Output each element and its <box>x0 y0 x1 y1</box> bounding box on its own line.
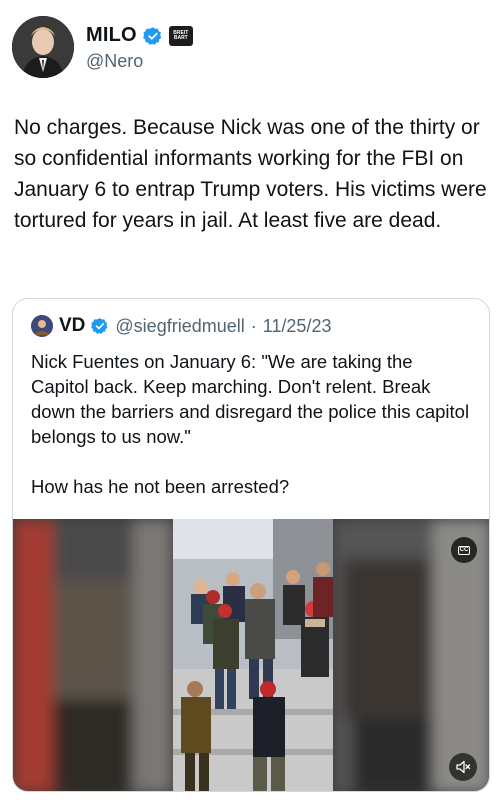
video-frame <box>13 519 489 791</box>
mute-button[interactable] <box>449 753 477 781</box>
quoted-tweet-paragraph: How has he not been arrested? <box>31 476 290 497</box>
author-handle[interactable]: @Nero <box>86 51 193 72</box>
quoted-author-handle: @siegfriedmuell <box>115 315 245 336</box>
quoted-tweet-text: Nick Fuentes on January 6: "We are takin… <box>31 349 471 499</box>
quoted-author-display-name: VD <box>59 315 86 336</box>
breitbart-badge-icon[interactable]: BREIT BART <box>168 25 193 46</box>
quoted-tweet-paragraph: Nick Fuentes on January 6: "We are takin… <box>31 351 470 447</box>
quoted-tweet[interactable]: VD @siegfriedmuell · 11/25/23 Nick Fuent… <box>12 298 490 792</box>
author-display-name[interactable]: MILO <box>86 24 137 47</box>
meta-separator: · <box>250 315 257 336</box>
verified-badge-icon <box>91 318 108 334</box>
verified-badge-icon <box>142 26 162 45</box>
tweet-header: MILO BREIT BART @Nero <box>12 14 193 80</box>
tweet-text: No charges. Because Nick was one of the … <box>14 116 487 232</box>
quoted-tweet-header: VD @siegfriedmuell · 11/25/23 <box>31 315 331 337</box>
quoted-tweet-date: 11/25/23 <box>262 315 332 336</box>
mute-icon <box>456 760 471 774</box>
quoted-tweet-video[interactable]: CC <box>13 519 489 791</box>
author-avatar[interactable] <box>12 16 74 78</box>
captions-button[interactable]: CC <box>451 537 477 563</box>
quoted-author-avatar <box>31 315 53 337</box>
